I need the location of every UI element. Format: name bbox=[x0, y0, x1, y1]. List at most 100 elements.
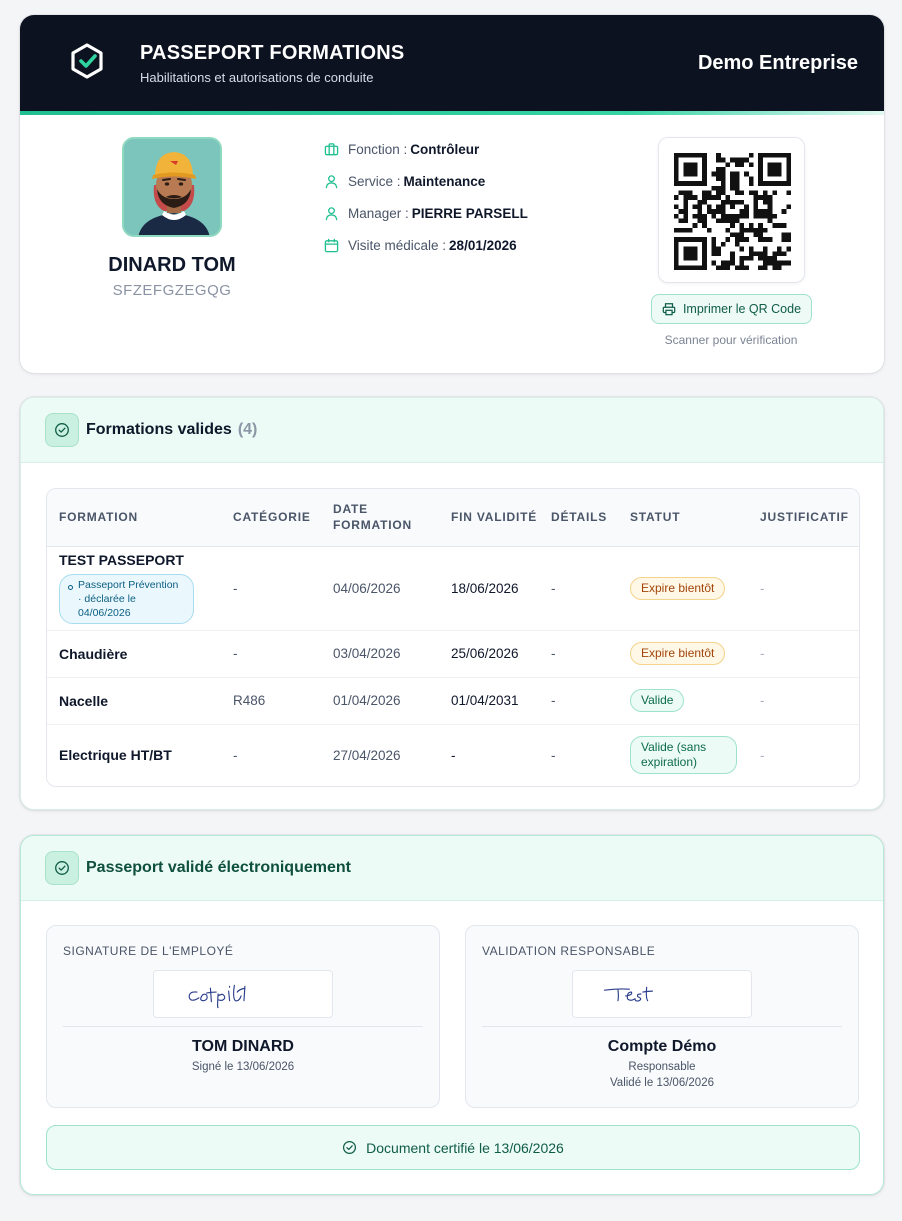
check-circle-icon bbox=[343, 1140, 357, 1155]
column-header[interactable]: JUSTIFICATIF bbox=[748, 489, 859, 547]
formation-name: Nacelle bbox=[47, 677, 221, 725]
table-row[interactable]: Electrique HT/BT - 27/04/2026 - - Valide… bbox=[47, 724, 859, 786]
employee-signature-box: SIGNATURE DE L'EMPLOYÉ TOM DINARD Signé … bbox=[46, 925, 440, 1108]
printer-icon bbox=[662, 303, 676, 316]
table-row[interactable]: TEST PASSEPORT Passeport Prévention · dé… bbox=[47, 546, 859, 631]
details-cell: - bbox=[551, 747, 556, 763]
column-header[interactable]: FORMATION bbox=[47, 489, 221, 547]
avatar bbox=[122, 137, 222, 237]
category-cell: R486 bbox=[221, 677, 321, 725]
end-date-cell: 01/04/2031 bbox=[439, 677, 539, 725]
date-cell: 03/04/2026 bbox=[321, 630, 439, 678]
employee-signature-label: SIGNATURE DE L'EMPLOYÉ bbox=[63, 944, 234, 958]
formations-count: (4) bbox=[237, 421, 258, 438]
handwritten-signature-icon bbox=[603, 986, 653, 1002]
app-subtitle: Habilitations et autorisations de condui… bbox=[140, 70, 374, 85]
user-icon bbox=[325, 174, 338, 188]
info-fonction: Fonction : Contrôleur bbox=[324, 139, 479, 159]
employee-signed-date: Signé le 13/06/2026 bbox=[191, 1061, 295, 1073]
column-header[interactable]: CATÉGORIE bbox=[221, 489, 321, 547]
check-circle-badge bbox=[45, 851, 79, 885]
info-dot-icon bbox=[68, 585, 73, 590]
formations-header: Formations valides (4) bbox=[21, 398, 883, 463]
date-cell: 01/04/2026 bbox=[321, 677, 439, 725]
column-header[interactable]: DATE FORMATION bbox=[321, 489, 439, 547]
info-value: 28/01/2026 bbox=[449, 237, 517, 253]
print-qr-button[interactable]: Imprimer le QR Code bbox=[651, 294, 812, 324]
top-bar: PASSEPORT FORMATIONS Habilitations et au… bbox=[20, 15, 884, 111]
prevention-badge-text: Passeport Prévention · déclarée le 04/06… bbox=[78, 579, 179, 619]
proof-cell: - bbox=[748, 630, 859, 678]
column-header[interactable]: DÉTAILS bbox=[539, 489, 618, 547]
info-value: PIERRE PARSELL bbox=[411, 205, 528, 221]
company-name: Demo Entreprise bbox=[697, 52, 858, 74]
info-manager: Manager : PIERRE PARSELL bbox=[324, 203, 528, 223]
info-value: Maintenance bbox=[403, 173, 486, 189]
manager-signature-label: VALIDATION RESPONSABLE bbox=[482, 944, 656, 958]
employee-signature-image bbox=[153, 970, 333, 1018]
qr-code bbox=[658, 137, 805, 283]
end-date-cell: 25/06/2026 bbox=[439, 630, 539, 678]
validation-card: Passeport validé électroniquement SIGNAT… bbox=[20, 835, 884, 1195]
manager-validated-date: Validé le 13/06/2026 bbox=[609, 1077, 714, 1089]
handwritten-signature-icon bbox=[188, 984, 246, 1009]
date-cell: 27/04/2026 bbox=[333, 747, 401, 763]
info-label: Service : bbox=[348, 173, 401, 189]
end-date-cell: 18/06/2026 bbox=[439, 546, 539, 631]
manager-signature-box: VALIDATION RESPONSABLE Compte Démo Respo… bbox=[465, 925, 859, 1108]
avatar-illustration-icon bbox=[124, 139, 220, 235]
status-badge: Expire bientôt bbox=[630, 576, 726, 600]
manager-signer-name: Compte Démo bbox=[607, 1038, 717, 1055]
info-label: Fonction : bbox=[348, 141, 408, 157]
info-label: Visite médicale : bbox=[348, 237, 447, 253]
column-header[interactable]: FIN VALIDITÉ bbox=[439, 489, 539, 547]
print-qr-label: Imprimer le QR Code bbox=[682, 302, 802, 316]
info-label: Manager : bbox=[348, 205, 409, 221]
details-cell: - bbox=[539, 630, 618, 678]
info-service: Service : Maintenance bbox=[324, 171, 485, 191]
qr-code-icon bbox=[674, 153, 791, 270]
category-cell: - bbox=[221, 546, 321, 631]
formation-name-cell: TEST PASSEPORT Passeport Prévention · dé… bbox=[47, 546, 221, 631]
prevention-badge: Passeport Prévention · déclarée le 04/06… bbox=[59, 574, 194, 624]
formation-name: Electrique HT/BT bbox=[59, 747, 172, 764]
category-cell: - bbox=[233, 747, 238, 763]
formation-name: Chaudière bbox=[47, 630, 221, 678]
employee-signer-name: TOM DINARD bbox=[192, 1038, 294, 1055]
status-cell: Valide bbox=[618, 677, 748, 725]
status-cell: Expire bientôt bbox=[618, 546, 748, 631]
status-cell: Expire bientôt bbox=[618, 630, 748, 678]
formations-table: FORMATION CATÉGORIE DATE FORMATION FIN V… bbox=[46, 488, 860, 787]
proof-cell: - bbox=[748, 546, 859, 631]
status-cell: Valide (sans expiration) bbox=[618, 724, 748, 786]
details-cell: - bbox=[539, 546, 618, 631]
status-badge: Valide (sans expiration) bbox=[630, 736, 737, 775]
divider bbox=[482, 1026, 842, 1027]
status-badge: Valide bbox=[630, 689, 685, 712]
accent-divider bbox=[20, 111, 884, 115]
certified-banner: Document certifié le 13/06/2026 bbox=[46, 1125, 860, 1170]
divider bbox=[63, 1026, 423, 1027]
column-header[interactable]: STATUT bbox=[618, 489, 748, 547]
app-title: PASSEPORT FORMATIONS bbox=[140, 42, 405, 64]
details-cell: - bbox=[539, 677, 618, 725]
table-row[interactable]: Nacelle R486 01/04/2026 01/04/2031 - Val… bbox=[47, 677, 859, 725]
manager-signature-image bbox=[572, 970, 752, 1018]
formation-name: TEST PASSEPORT bbox=[59, 552, 184, 568]
validation-title: Passeport validé électroniquement bbox=[86, 859, 351, 876]
date-cell: 04/06/2026 bbox=[321, 546, 439, 631]
check-circle-badge bbox=[45, 413, 79, 447]
category-cell: - bbox=[221, 630, 321, 678]
table-header-row: FORMATION CATÉGORIE DATE FORMATION FIN V… bbox=[47, 489, 859, 547]
shield-check-logo-icon bbox=[71, 43, 103, 79]
certified-text: Document certifié le 13/06/2026 bbox=[366, 1139, 564, 1156]
formations-title: Formations valides (4) bbox=[86, 421, 257, 439]
employee-id: SFZEFGZEGQG bbox=[112, 282, 232, 299]
table-row[interactable]: Chaudière - 03/04/2026 25/06/2026 - Expi… bbox=[47, 630, 859, 678]
info-value: Contrôleur bbox=[410, 141, 480, 157]
info-visite-medicale: Visite médicale : 28/01/2026 bbox=[324, 235, 517, 255]
formations-title-text: Formations valides bbox=[86, 421, 232, 438]
proof-cell: - bbox=[748, 677, 859, 725]
proof-cell: - bbox=[760, 747, 765, 763]
employee-name: DINARD TOM bbox=[108, 254, 236, 276]
